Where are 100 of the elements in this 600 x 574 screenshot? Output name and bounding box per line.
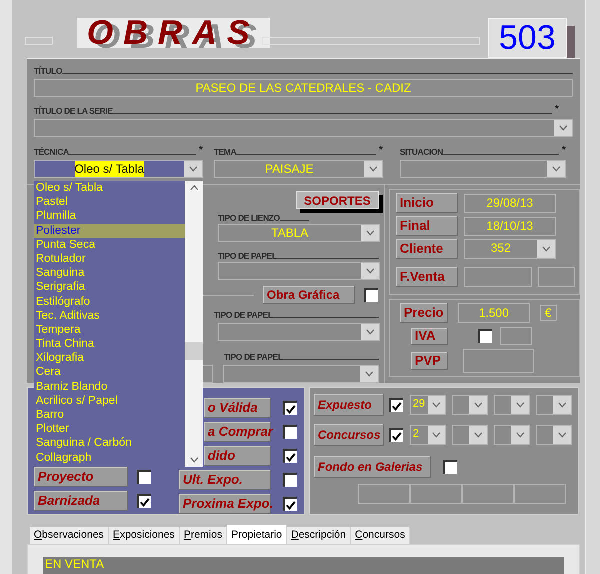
field-label: TEMA: [214, 148, 236, 156]
dropdown-field[interactable]: [223, 365, 379, 383]
text-field[interactable]: [514, 484, 566, 504]
tab[interactable]: Observaciones: [30, 527, 110, 544]
chevron-down-icon: [366, 329, 374, 335]
list-option[interactable]: Cera: [34, 365, 185, 380]
field-label: dido: [204, 446, 271, 466]
field-label: IVA: [411, 328, 448, 344]
tab[interactable]: Concursos: [351, 527, 410, 544]
field-label: Concursos: [314, 424, 384, 446]
list-option[interactable]: Barniz Blando: [34, 380, 185, 394]
chevron-down-icon: [558, 432, 566, 438]
list-option[interactable]: Plumilla: [34, 209, 185, 224]
checkbox[interactable]: [283, 449, 297, 463]
checkbox[interactable]: [137, 494, 151, 508]
checkbox[interactable]: [364, 288, 378, 302]
checkbox[interactable]: [137, 470, 151, 484]
list-option[interactable]: Estilógrafo: [34, 294, 185, 309]
checkbox[interactable]: [283, 401, 297, 415]
text-field[interactable]: 1.500: [458, 303, 530, 323]
tab[interactable]: Premios: [180, 527, 228, 544]
text-field[interactable]: [538, 267, 575, 287]
text-field[interactable]: PASEO DE LAS CATEDRALES - CADIZ: [34, 79, 573, 97]
checkbox[interactable]: [389, 398, 403, 412]
text-field[interactable]: [500, 327, 532, 345]
app-logo: OBRAS: [77, 18, 270, 48]
tab[interactable]: Descripción: [287, 527, 352, 544]
list-option[interactable]: Tec. Aditivas: [34, 308, 185, 323]
tab[interactable]: Exposiciones: [109, 527, 180, 544]
text-field[interactable]: [462, 484, 514, 504]
dropdown-field[interactable]: TABLA: [218, 224, 380, 242]
scrollbar-thumb[interactable]: [185, 342, 203, 360]
dropdown-field[interactable]: [452, 425, 488, 445]
chevron-down-icon: [432, 402, 441, 408]
dropdown-field[interactable]: 2: [410, 425, 446, 445]
checkbox[interactable]: [283, 425, 297, 439]
dropdown-field[interactable]: [218, 262, 380, 280]
text-field[interactable]: [463, 349, 534, 373]
dropdown-field[interactable]: [34, 119, 573, 137]
text-field[interactable]: [410, 484, 462, 504]
required-mark: *: [562, 146, 566, 156]
list-option[interactable]: Sanguina: [34, 266, 185, 280]
dropdown-field[interactable]: 352: [464, 239, 556, 259]
chevron-down-icon: [188, 166, 198, 172]
field-label: Final: [396, 216, 458, 236]
required-mark: *: [379, 146, 383, 156]
list-option[interactable]: Acrilico s/ Papel: [34, 394, 185, 408]
chevron-down-icon: [190, 457, 198, 463]
list-option[interactable]: Pastel: [34, 195, 185, 210]
chevron-down-icon: [558, 402, 566, 408]
checkbox[interactable]: [283, 473, 297, 487]
chevron-down-icon: [542, 246, 550, 252]
dropdown-field[interactable]: [494, 395, 530, 415]
field-label: Fondo en Galerias: [314, 456, 431, 478]
check-icon: [392, 432, 402, 440]
list-option[interactable]: Sanguina / Carbón: [34, 436, 185, 451]
list-option[interactable]: Plotter: [34, 422, 185, 436]
list-option[interactable]: Xilografia: [34, 351, 185, 366]
dropdown-field[interactable]: [494, 425, 530, 445]
required-mark: *: [555, 105, 559, 115]
text-field[interactable]: 18/10/13: [464, 216, 556, 236]
dropdown-field[interactable]: 29: [410, 395, 446, 415]
dropdown-field[interactable]: [452, 395, 488, 415]
dropdown-field[interactable]: PAISAJE: [214, 160, 383, 178]
tab[interactable]: Propietario: [227, 525, 288, 544]
list-option[interactable]: Collagraph: [34, 450, 185, 465]
chevron-down-icon: [474, 432, 482, 438]
check-icon: [286, 500, 296, 510]
field-label: TIPO DE PAPEL: [218, 252, 277, 260]
dropdown-field[interactable]: [536, 395, 572, 415]
chevron-down-icon: [474, 402, 482, 408]
chevron-down-icon: [364, 371, 374, 377]
checkbox[interactable]: [283, 497, 297, 511]
field-label: Proyecto: [34, 467, 128, 487]
check-icon: [140, 498, 150, 506]
field-label: F.Venta: [396, 267, 458, 287]
list-option[interactable]: Serigrafia: [34, 280, 185, 294]
text-field[interactable]: [464, 267, 532, 287]
list-option[interactable]: Poliester: [34, 224, 185, 238]
field-label: Obra Gráfica: [263, 286, 355, 304]
list-option[interactable]: Oleo s/ Tabla: [34, 181, 185, 196]
text-field[interactable]: [358, 484, 410, 504]
check-icon: [286, 452, 296, 462]
chevron-down-icon: [516, 402, 524, 408]
scrollbar[interactable]: [185, 181, 203, 467]
field-label: Precio: [400, 303, 448, 323]
checkbox[interactable]: [478, 329, 492, 343]
field-label: TÍTULO DE LA SERIE: [34, 106, 113, 115]
chevron-down-icon: [516, 432, 524, 438]
list-option[interactable]: Rotulador: [34, 252, 185, 266]
checkbox[interactable]: [389, 428, 403, 442]
list-option[interactable]: Punta Seca: [34, 238, 185, 252]
list-option[interactable]: Barro: [34, 408, 185, 422]
dropdown-field[interactable]: [218, 323, 380, 341]
dropdown-field[interactable]: [536, 425, 572, 445]
list-option[interactable]: Tinta China: [34, 337, 185, 352]
list-option[interactable]: Tempera: [34, 322, 185, 338]
text-field[interactable]: 29/08/13: [464, 194, 556, 212]
dropdown-field[interactable]: [400, 160, 566, 178]
checkbox[interactable]: [443, 460, 457, 474]
